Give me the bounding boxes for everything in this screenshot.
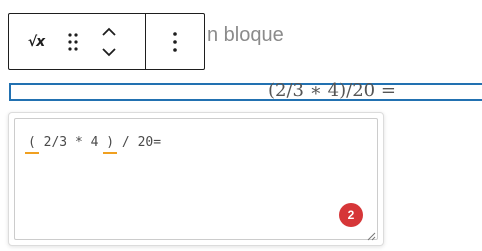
block-mover	[97, 22, 121, 62]
block-toolbar: √x	[8, 13, 205, 70]
toolbar-main-group: √x	[9, 14, 146, 69]
close-paren-token: )	[103, 135, 117, 154]
sqrt-x-icon[interactable]: √x	[23, 30, 49, 54]
chevron-up-icon[interactable]	[97, 24, 121, 40]
block-placeholder[interactable]: n bloque	[207, 24, 284, 47]
open-paren-token: (	[25, 135, 39, 154]
toolbar-options-group	[146, 14, 204, 69]
math-rendered-formula: (2/3 ∗ 4)/20 =	[268, 80, 396, 101]
chevron-down-icon[interactable]	[97, 44, 121, 60]
error-count-badge[interactable]: 2	[339, 203, 363, 227]
formula-token: 2/3 * 4	[35, 135, 107, 150]
formula-input[interactable]: ( 2/3 * 4 ) / 20= 2	[14, 118, 378, 241]
math-block-selected[interactable]	[9, 83, 482, 101]
formula-editor-popover: ( 2/3 * 4 ) / 20= 2	[8, 112, 384, 246]
more-vertical-icon[interactable]	[172, 31, 178, 53]
formula-token: / 20=	[114, 135, 162, 150]
resize-handle-icon[interactable]	[366, 228, 376, 241]
drag-handle-icon[interactable]	[63, 30, 83, 54]
formula-code: ( 2/3 * 4 ) / 20=	[25, 135, 162, 154]
